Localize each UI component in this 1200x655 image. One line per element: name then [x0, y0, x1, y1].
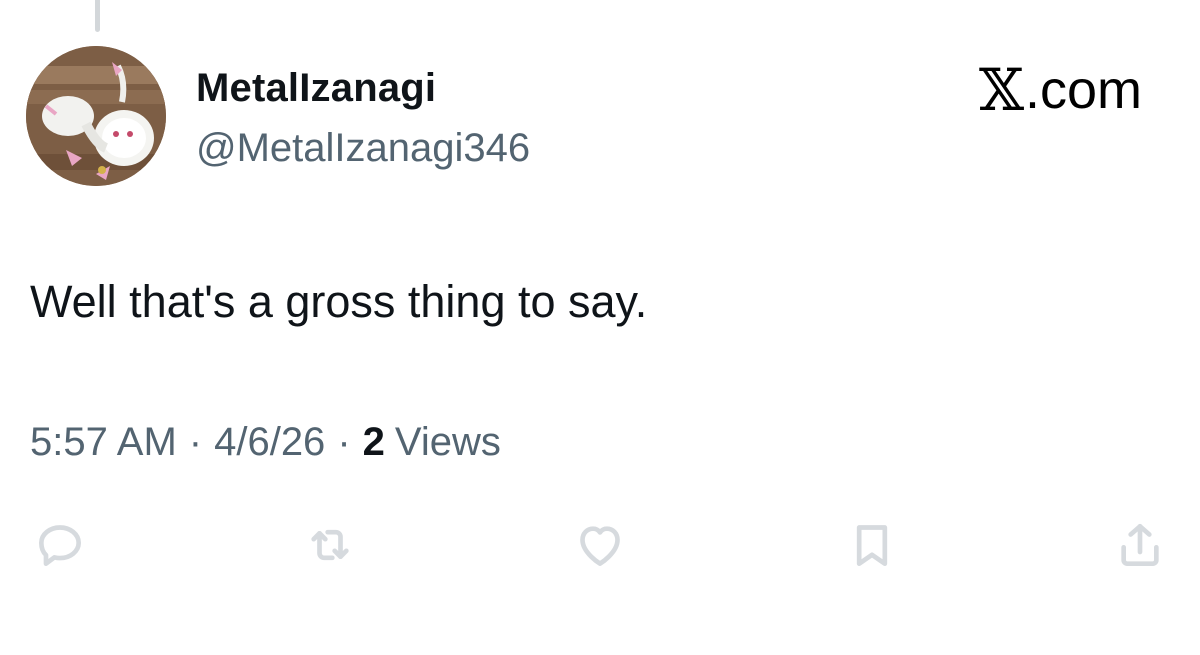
retweet-button[interactable]	[300, 515, 360, 575]
reply-button[interactable]	[30, 515, 90, 575]
avatar[interactable]	[26, 46, 166, 186]
thread-connector-line	[95, 0, 100, 32]
avatar-image	[26, 46, 166, 186]
retweet-icon	[311, 529, 349, 561]
author-display-name[interactable]: MetalIzanagi	[196, 62, 436, 114]
reply-icon	[39, 525, 81, 566]
tweet-time[interactable]: 5:57 AM	[30, 416, 177, 468]
brand-suffix: .com	[1024, 60, 1142, 120]
views-count: 2	[362, 420, 385, 464]
share-button[interactable]	[1110, 515, 1170, 575]
like-button[interactable]	[570, 515, 630, 575]
x-logo: 𝕏 .com	[979, 58, 1142, 122]
share-icon	[1121, 524, 1159, 566]
bookmark-icon	[856, 525, 888, 566]
x-logo-icon: 𝕏	[978, 56, 1024, 124]
meta-separator: ·	[337, 420, 351, 464]
tweet-meta: 5:57 AM · 4/6/26 · 2 Views	[30, 416, 501, 468]
bookmark-button[interactable]	[842, 515, 902, 575]
views-label: Views	[394, 420, 501, 464]
heart-icon	[580, 526, 620, 566]
tweet-text: Well that's a gross thing to say.	[30, 276, 648, 327]
meta-separator: ·	[188, 420, 203, 464]
tweet-date[interactable]: 4/6/26	[214, 416, 325, 468]
tweet-actions	[0, 515, 1200, 575]
author-handle[interactable]: @MetalIzanagi346	[196, 122, 530, 174]
